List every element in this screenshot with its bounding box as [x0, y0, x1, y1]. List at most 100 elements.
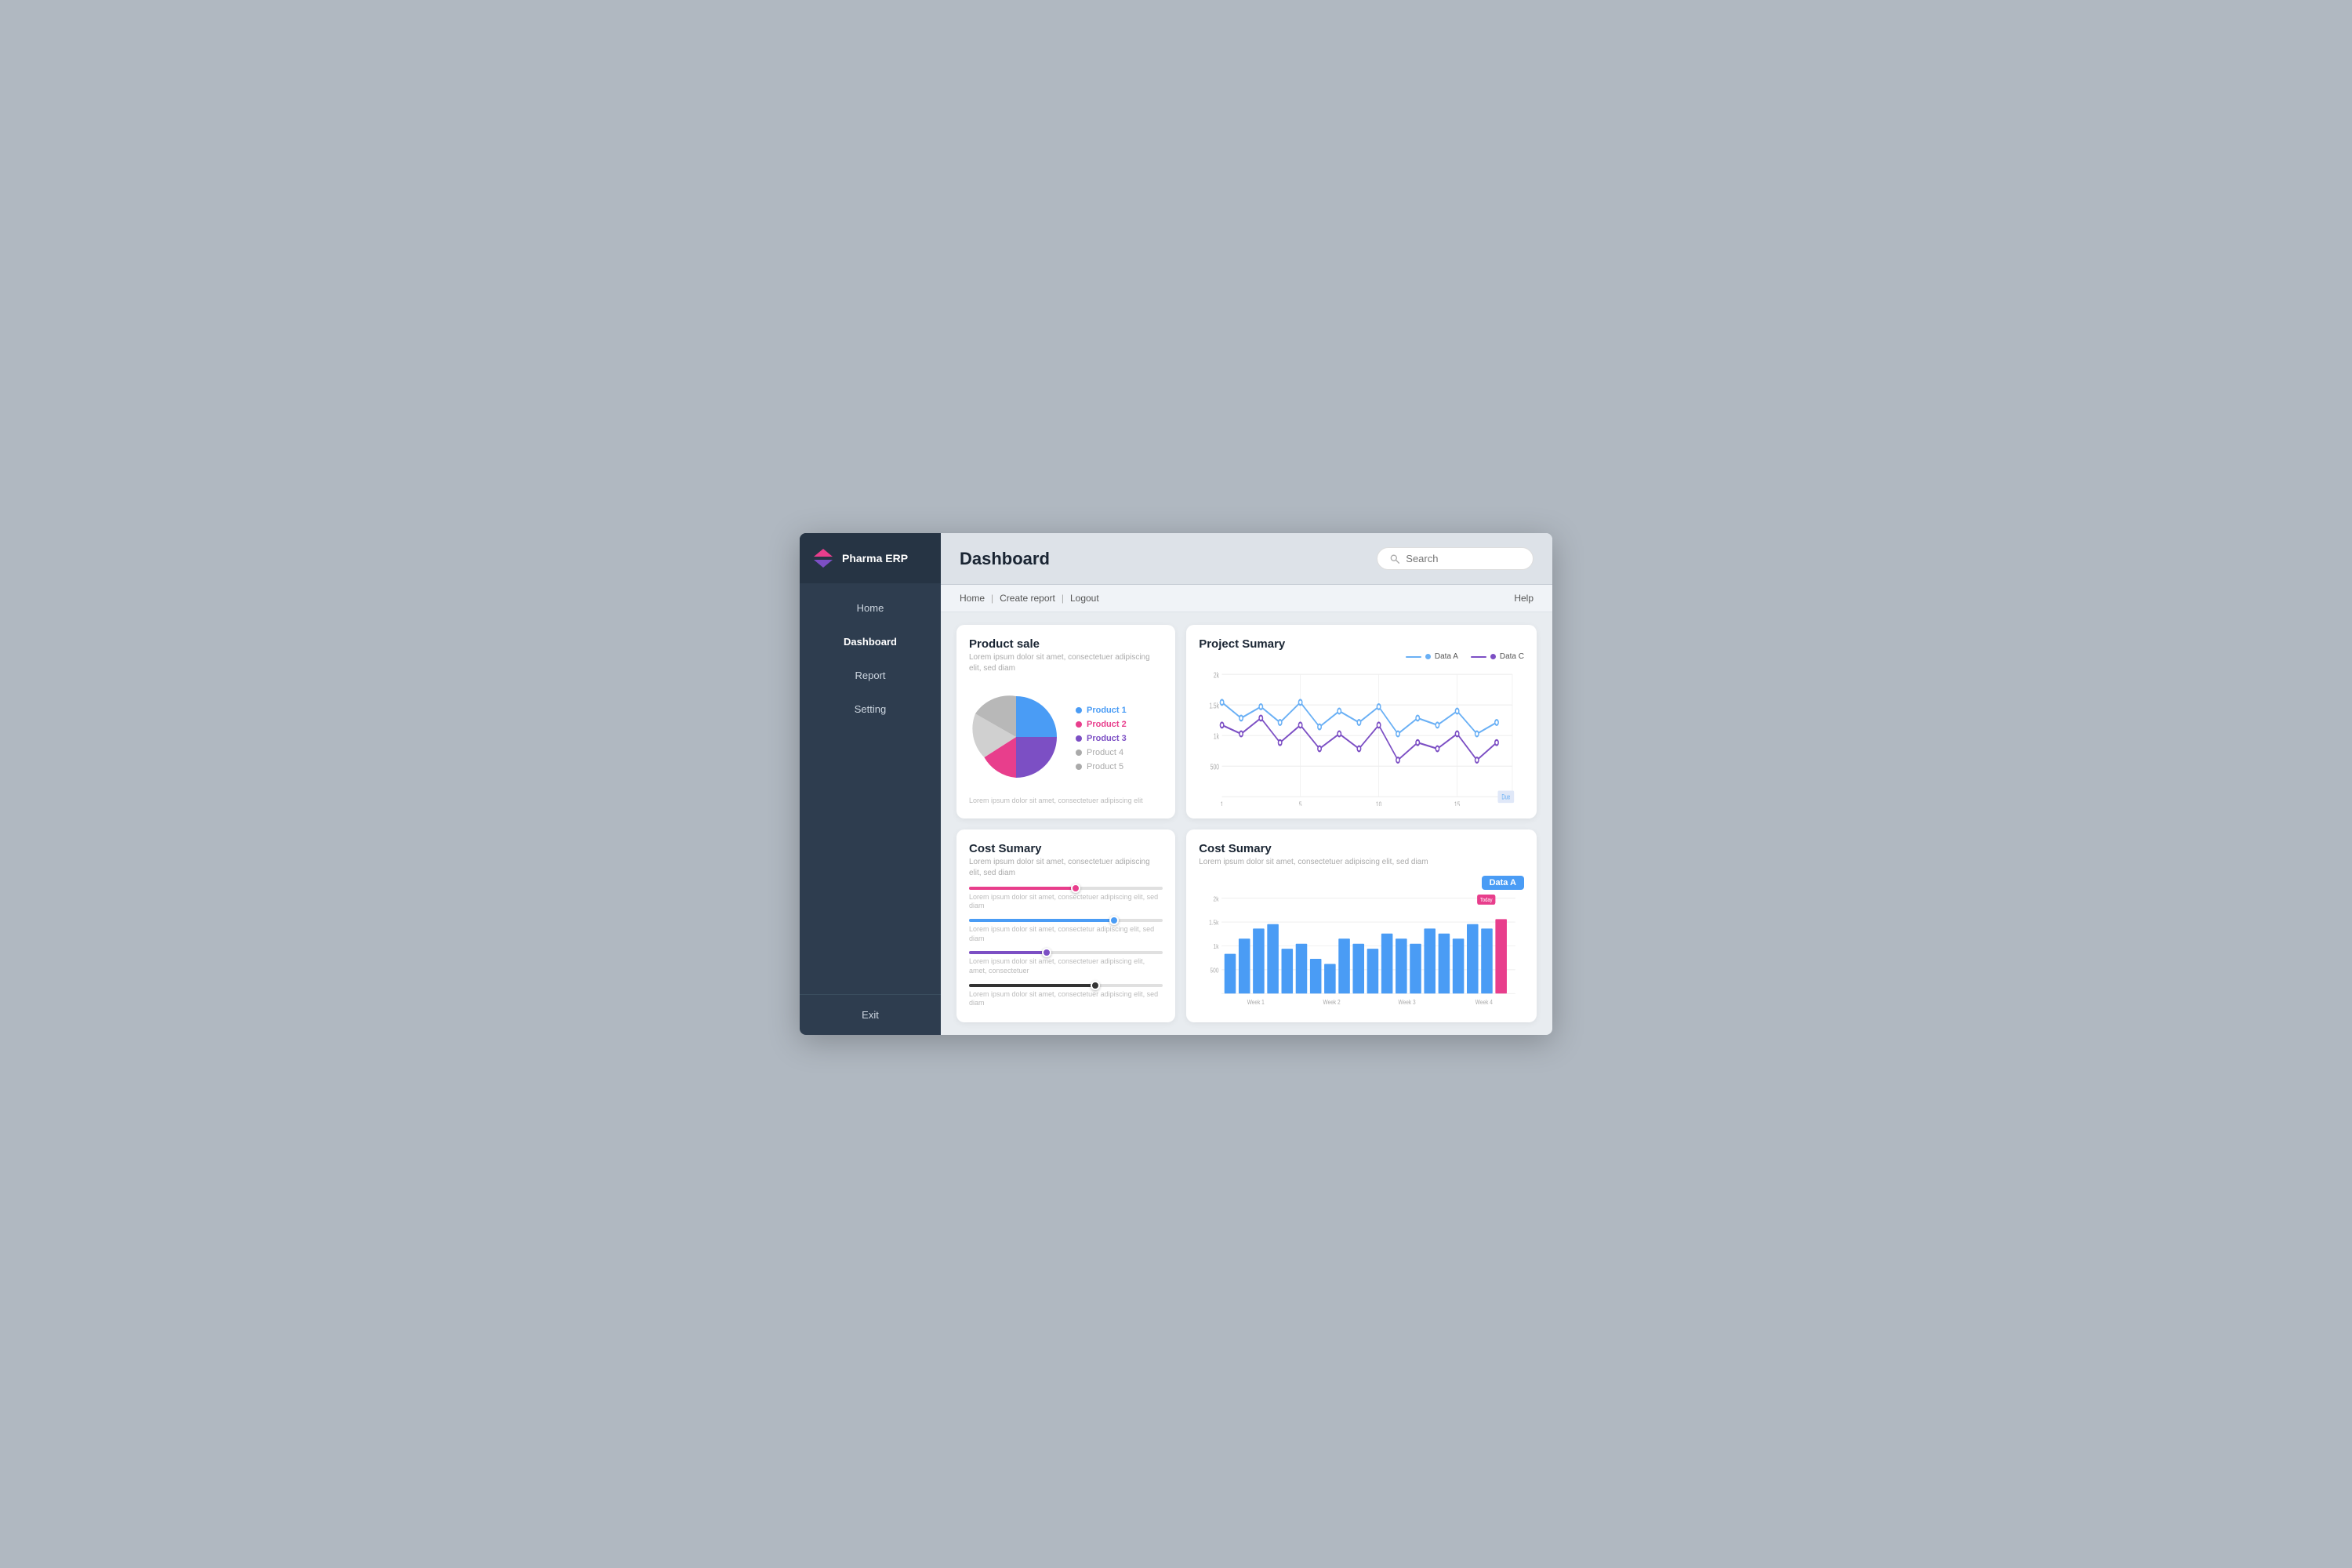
- bar-chart-header: Data A: [1199, 876, 1524, 890]
- slider-fill-4: [969, 984, 1095, 987]
- svg-text:Week 4: Week 4: [1475, 998, 1493, 1006]
- slider-thumb-3[interactable]: [1042, 948, 1051, 957]
- legend-dot-3: [1076, 735, 1082, 742]
- product-sale-subtitle: Lorem ipsum dolor sit amet, consectetuer…: [969, 652, 1163, 674]
- bar-chart-area: 2k 1.5k 1k 500 Today: [1199, 895, 1524, 1011]
- data-a-badge: Data A: [1482, 876, 1524, 890]
- product-sale-title: Product sale: [969, 637, 1163, 651]
- sidebar-item-dashboard[interactable]: Dashboard: [800, 625, 941, 659]
- sidebar-item-report[interactable]: Report: [800, 659, 941, 692]
- cost-summary-left-subtitle: Lorem ipsum dolor sit amet, consectetuer…: [969, 857, 1163, 879]
- slider-label-3: Lorem ipsum dolor sit amet, consectetuer…: [969, 957, 1163, 975]
- slider-fill-1: [969, 887, 1076, 890]
- legend-line-a: [1406, 656, 1421, 658]
- svg-text:10: 10: [1376, 800, 1382, 805]
- cost-summary-right-title: Cost Sumary: [1199, 842, 1524, 855]
- dashboard-grid: Product sale Lorem ipsum dolor sit amet,…: [941, 612, 1552, 1035]
- breadcrumb-sep-2: |: [1062, 593, 1064, 604]
- project-summary-card: Project Sumary Data A Data C: [1186, 625, 1537, 818]
- cost-summary-left-card: Cost Sumary Lorem ipsum dolor sit amet, …: [956, 829, 1175, 1023]
- legend-dot-2: [1076, 721, 1082, 728]
- slider-group-4: Lorem ipsum dolor sit amet, consectetuer…: [969, 984, 1163, 1008]
- legend-label-5: Product 5: [1087, 762, 1123, 771]
- pie-area: Product 1 Product 2 Product 3 Produ: [969, 682, 1163, 796]
- legend-label-a: Data A: [1435, 652, 1458, 661]
- bar-chart-svg: 2k 1.5k 1k 500 Today: [1199, 895, 1524, 1011]
- svg-text:2k: 2k: [1214, 670, 1220, 680]
- pie-note: Lorem ipsum dolor sit amet, consectetuer…: [969, 796, 1163, 806]
- svg-text:Week 3: Week 3: [1399, 998, 1416, 1006]
- slider-group-1: Lorem ipsum dolor sit amet, consectetuer…: [969, 887, 1163, 911]
- sliders-area: Lorem ipsum dolor sit amet, consectetuer…: [969, 887, 1163, 1011]
- breadcrumb-create-report[interactable]: Create report: [1000, 593, 1055, 604]
- svg-text:Due: Due: [1502, 793, 1511, 801]
- legend-label-3: Product 3: [1087, 734, 1127, 743]
- project-legend-row: Data A Data C: [1199, 652, 1524, 661]
- sidebar-logo: Pharma ERP: [800, 533, 941, 583]
- legend-label-1: Product 1: [1087, 706, 1127, 715]
- slider-thumb-4[interactable]: [1091, 981, 1100, 990]
- slider-track-3[interactable]: [969, 951, 1163, 954]
- search-box[interactable]: [1377, 547, 1534, 570]
- slider-thumb-2[interactable]: [1109, 916, 1119, 925]
- breadcrumb-sep-1: |: [991, 593, 993, 604]
- breadcrumb-left: Home | Create report | Logout: [960, 593, 1099, 604]
- topbar: Dashboard: [941, 533, 1552, 585]
- cost-summary-right-subtitle: Lorem ipsum dolor sit amet, consectetuer…: [1199, 857, 1524, 868]
- legend-product-2: Product 2: [1076, 720, 1127, 729]
- cost-summary-right-card: Cost Sumary Lorem ipsum dolor sit amet, …: [1186, 829, 1537, 1023]
- project-summary-title: Project Sumary: [1199, 637, 1524, 651]
- svg-text:15: 15: [1454, 800, 1461, 805]
- svg-text:1.5k: 1.5k: [1209, 918, 1219, 926]
- legend-label-2: Product 2: [1087, 720, 1127, 729]
- svg-text:1.5k: 1.5k: [1210, 701, 1220, 710]
- sidebar-nav: Home Dashboard Report Setting: [800, 583, 941, 994]
- legend-product-5: Product 5: [1076, 762, 1127, 771]
- line-chart-svg: 2k 1.5k 1k 500 1 5 10 15 Due: [1199, 666, 1524, 806]
- main-area: Dashboard Home | Create report | Logout …: [941, 533, 1552, 1035]
- svg-text:Week 2: Week 2: [1323, 998, 1341, 1006]
- legend-dot-1: [1076, 707, 1082, 713]
- slider-label-2: Lorem ipsum dolor sit amet, consectetur …: [969, 925, 1163, 943]
- legend-line-c: [1471, 656, 1486, 658]
- breadcrumb-logout[interactable]: Logout: [1070, 593, 1099, 604]
- svg-text:1k: 1k: [1214, 731, 1220, 741]
- slider-thumb-1[interactable]: [1071, 884, 1080, 893]
- pie-legend: Product 1 Product 2 Product 3 Produ: [1076, 706, 1127, 771]
- slider-label-1: Lorem ipsum dolor sit amet, consectetuer…: [969, 893, 1163, 911]
- slider-track-4[interactable]: [969, 984, 1163, 987]
- slider-track-2[interactable]: [969, 919, 1163, 922]
- legend-circle-a: [1425, 654, 1431, 659]
- legend-circle-c: [1490, 654, 1496, 659]
- svg-text:1: 1: [1221, 800, 1224, 805]
- svg-text:500: 500: [1210, 966, 1219, 974]
- search-input[interactable]: [1406, 553, 1520, 564]
- breadcrumb-bar: Home | Create report | Logout Help: [941, 585, 1552, 612]
- slider-track-1[interactable]: [969, 887, 1163, 890]
- project-legend-c: Data C: [1471, 652, 1524, 661]
- slider-fill-3: [969, 951, 1047, 954]
- slider-label-4: Lorem ipsum dolor sit amet, consectetuer…: [969, 990, 1163, 1008]
- svg-text:5: 5: [1299, 800, 1302, 805]
- slider-fill-2: [969, 919, 1114, 922]
- logo-icon: [812, 547, 834, 569]
- legend-product-3: Product 3: [1076, 734, 1127, 743]
- cost-summary-left-title: Cost Sumary: [969, 842, 1163, 855]
- logo-text: Pharma ERP: [842, 552, 908, 564]
- project-legend-a: Data A: [1406, 652, 1458, 661]
- legend-label-4: Product 4: [1087, 748, 1123, 757]
- breadcrumb-home[interactable]: Home: [960, 593, 985, 604]
- slider-group-3: Lorem ipsum dolor sit amet, consectetuer…: [969, 951, 1163, 975]
- app-window: Pharma ERP Home Dashboard Report Setting…: [800, 533, 1552, 1035]
- sidebar-exit[interactable]: Exit: [800, 994, 941, 1035]
- svg-text:Today: Today: [1480, 897, 1493, 903]
- legend-label-c: Data C: [1500, 652, 1524, 661]
- sidebar-item-setting[interactable]: Setting: [800, 692, 941, 726]
- help-button[interactable]: Help: [1514, 593, 1534, 604]
- legend-product-1: Product 1: [1076, 706, 1127, 715]
- legend-dot-5: [1076, 764, 1082, 770]
- sidebar-item-home[interactable]: Home: [800, 591, 941, 625]
- pie-chart: [969, 690, 1063, 788]
- legend-product-4: Product 4: [1076, 748, 1127, 757]
- search-icon: [1390, 554, 1399, 564]
